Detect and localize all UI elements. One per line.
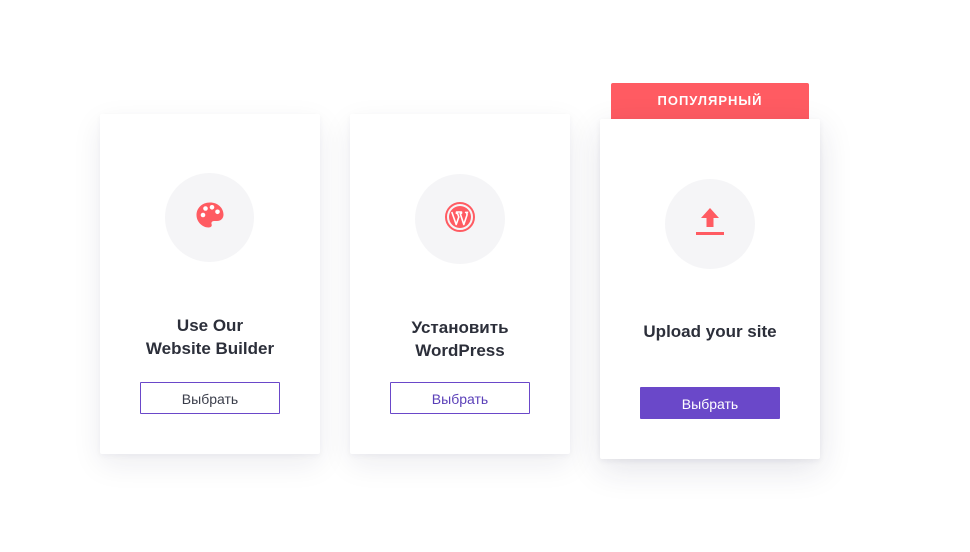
palette-icon bbox=[195, 201, 225, 234]
icon-circle bbox=[165, 173, 254, 262]
card-title: Установить WordPress bbox=[411, 318, 509, 360]
card-title: Upload your site bbox=[643, 322, 777, 341]
hosting-options-section: Use Our Website Builder Выбрать Установи… bbox=[0, 0, 970, 552]
option-card-website-builder: Use Our Website Builder Выбрать bbox=[100, 114, 320, 454]
select-button[interactable]: Выбрать bbox=[140, 382, 280, 414]
popular-badge: ПОПУЛЯРНЫЙ bbox=[611, 83, 809, 119]
wordpress-icon bbox=[444, 201, 476, 238]
select-button[interactable]: Выбрать bbox=[640, 387, 780, 419]
card-title: Use Our Website Builder bbox=[145, 316, 275, 358]
upload-icon bbox=[694, 206, 726, 243]
select-button[interactable]: Выбрать bbox=[390, 382, 530, 414]
icon-circle bbox=[665, 179, 755, 269]
option-card-wordpress: Установить WordPress Выбрать bbox=[350, 114, 570, 454]
option-card-upload-site: Upload your site Выбрать bbox=[600, 119, 820, 459]
icon-circle bbox=[415, 174, 505, 264]
